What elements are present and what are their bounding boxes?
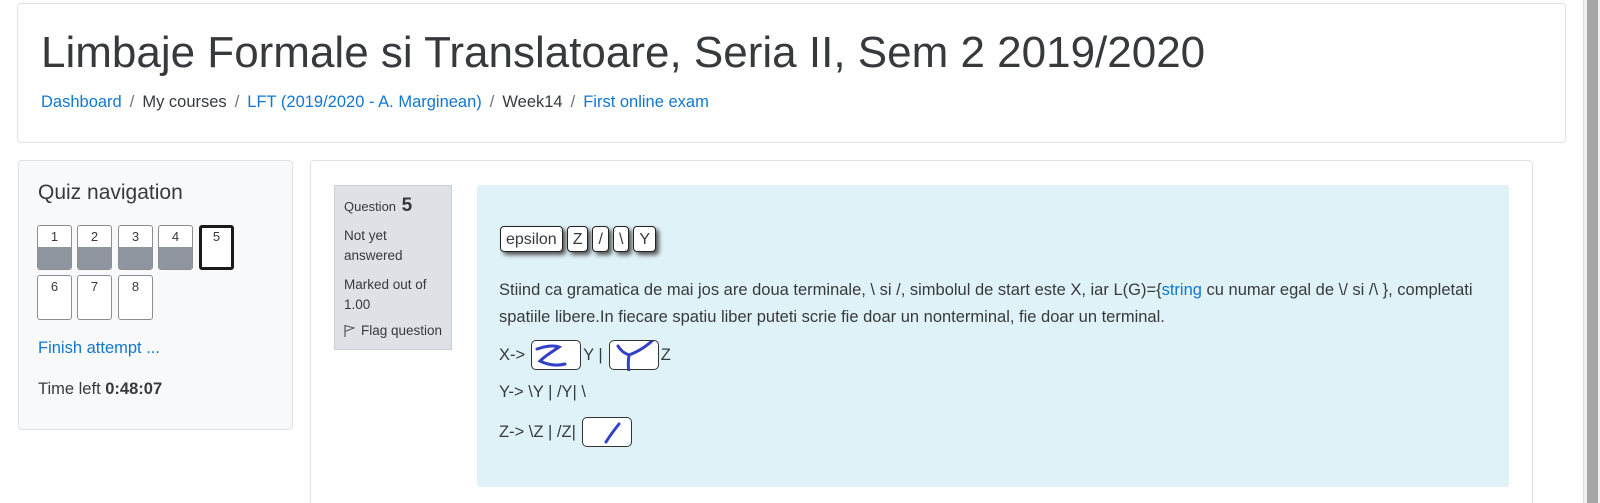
drag-item-backslash[interactable]: \ [612, 226, 630, 252]
drag-item-epsilon[interactable]: epsilon [500, 226, 563, 252]
breadcrumb-exam[interactable]: First online exam [583, 93, 709, 112]
question-info: Question 5 Not yet answered Marked out o… [334, 185, 452, 350]
time-left-value: 0:48:07 [105, 380, 163, 398]
question-number: 6 [50, 279, 59, 294]
breadcrumb: Dashboard / My courses / LFT (2019/2020 … [41, 93, 709, 112]
grammar-rule-x: X-> Y | Z [499, 340, 671, 371]
breadcrumb-week: Week14 [502, 93, 563, 111]
quiz-navigation-title: Quiz navigation [38, 181, 183, 204]
breadcrumb-separator: / [234, 93, 240, 111]
drop-zone-3[interactable] [581, 417, 632, 447]
grammar-rule-z: Z-> \Z | /Z| [499, 417, 634, 447]
finish-attempt-link[interactable]: Finish attempt ... [38, 339, 160, 358]
quiz-nav-question-3[interactable]: 3 [118, 225, 153, 270]
flag-icon [344, 324, 356, 337]
rule-x-suffix: Z [660, 345, 671, 364]
drag-item-y[interactable]: Y [633, 226, 657, 252]
rule-x-middle: Y | [583, 345, 603, 364]
quiz-nav-question-5-current[interactable]: 5 [199, 225, 234, 270]
grammar-rule-y: Y-> \Y | /Y| \ [499, 383, 586, 402]
question-number: 2 [90, 229, 99, 244]
quiz-navigation-block: Quiz navigation 1 2 3 4 5 6 7 8 Finish a… [18, 160, 293, 430]
page-header: Limbaje Formale si Translatoare, Seria I… [17, 3, 1566, 143]
drag-item-z[interactable]: Z [566, 226, 589, 252]
question-number: 8 [131, 279, 140, 294]
quiz-nav-question-4[interactable]: 4 [158, 225, 193, 270]
question-number: 4 [171, 229, 180, 244]
question-state: Not yet answered [344, 228, 403, 263]
question-text-part1: Stiind ca gramatica de mai jos are doua … [499, 281, 1162, 299]
scrollbar-thumb[interactable] [1587, 0, 1598, 503]
drop-zone-1[interactable] [531, 340, 582, 370]
question-label-text: Question [344, 199, 397, 214]
drop-zone-2[interactable] [608, 340, 659, 371]
quiz-nav-question-6[interactable]: 6 [37, 275, 72, 320]
flag-question-button[interactable]: Flag question [344, 323, 442, 338]
question-number: 5 [401, 195, 413, 216]
question-grade: Marked out of 1.00 [344, 277, 427, 312]
time-left-label: Time left [38, 380, 101, 398]
drag-items: epsilon Z / \ Y [500, 226, 660, 252]
question-number: 3 [131, 229, 140, 244]
time-left: Time left 0:48:07 [38, 380, 162, 399]
breadcrumb-separator: / [489, 93, 495, 111]
answered-indicator [119, 247, 152, 269]
question-content: epsilon Z / \ Y Stiind ca gramatica de m… [477, 185, 1509, 487]
breadcrumb-course[interactable]: LFT (2019/2020 - A. Marginean) [247, 93, 482, 112]
page-title: Limbaje Formale si Translatoare, Seria I… [41, 28, 1206, 77]
answered-indicator [159, 247, 192, 269]
question-number: 1 [50, 229, 59, 244]
quiz-nav-question-7[interactable]: 7 [77, 275, 112, 320]
answered-indicator [78, 247, 111, 269]
flag-question-label: Flag question [361, 323, 443, 338]
quiz-nav-question-8[interactable]: 8 [118, 275, 153, 320]
question-text-highlight: string [1161, 281, 1202, 299]
drag-item-slash[interactable]: / [592, 226, 609, 252]
breadcrumb-my-courses: My courses [142, 93, 227, 111]
rule-x-prefix: X-> [499, 345, 526, 364]
breadcrumb-dashboard[interactable]: Dashboard [41, 93, 122, 112]
page-scrollbar[interactable] [1583, 0, 1600, 503]
rule-y-text: Y-> \Y | /Y| \ [499, 383, 586, 401]
question-text: Stiind ca gramatica de mai jos are doua … [499, 277, 1489, 331]
breadcrumb-separator: / [129, 93, 135, 111]
answered-indicator [38, 247, 71, 269]
question-number: 5 [212, 229, 221, 244]
breadcrumb-separator: / [570, 93, 576, 111]
handwritten-y-answer [616, 341, 654, 371]
quiz-nav-question-1[interactable]: 1 [37, 225, 72, 270]
question-number: 7 [90, 279, 99, 294]
handwritten-z-answer [535, 344, 567, 367]
quiz-nav-question-2[interactable]: 2 [77, 225, 112, 270]
rule-z-prefix: Z-> \Z | /Z| [499, 422, 576, 441]
handwritten-slash-answer [604, 422, 621, 444]
question-label: Question 5 [344, 195, 412, 217]
